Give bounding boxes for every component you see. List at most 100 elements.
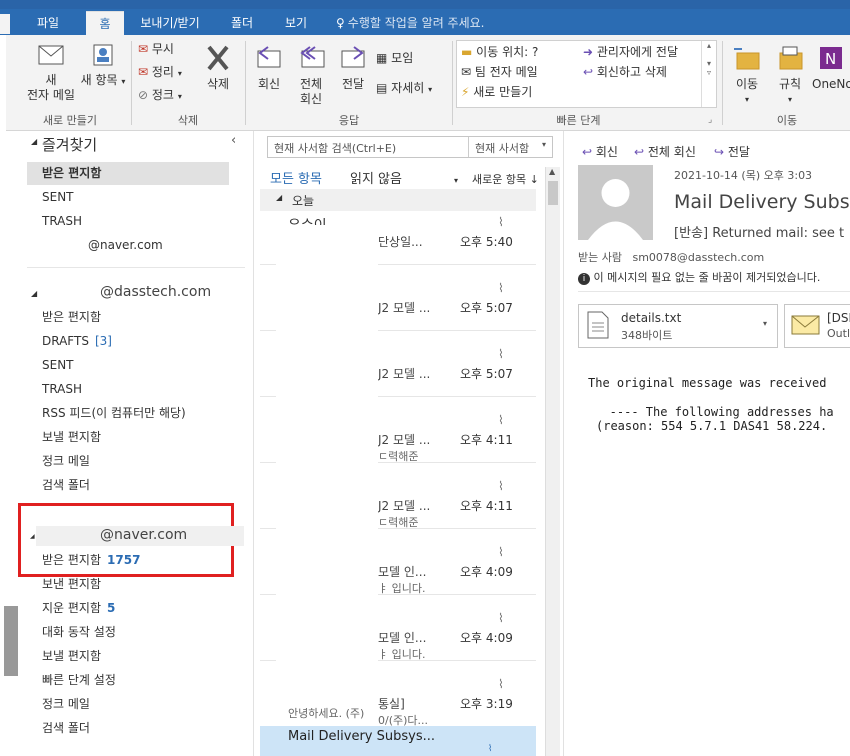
read-reply-button[interactable]: ↩ 회신 <box>582 143 618 160</box>
message-row[interactable]: ⌇ J2 모델 ... 오후 5:07 <box>260 281 536 345</box>
reading-pane: ↩ 회신 ↩ 전체 회신 ↪ 전달 2021-10-14 (목) 오후 3:03… <box>563 131 850 756</box>
chevron-down-icon[interactable]: ▾ <box>542 140 546 149</box>
quick-step-to-manager[interactable]: ➜ 관리자에게 전달 <box>583 43 678 61</box>
to-label: 받는 사람 <box>578 251 622 264</box>
group-header-today[interactable]: ◢ 오늘 <box>260 189 536 211</box>
account2-folder-5[interactable]: 보낼 편지함 <box>42 646 101 666</box>
message-row[interactable]: ⌇ J2 모델 ... 오후 4:11 ㄷ력해준 <box>260 479 536 543</box>
cleanup-button[interactable]: ✉ 정리 ▾ <box>138 63 182 81</box>
junk-label: 정크 <box>151 88 174 102</box>
delete-button[interactable]: 삭제 <box>198 43 238 92</box>
ignore-button[interactable]: ✉ 무시 <box>138 40 174 58</box>
move-button[interactable]: 이동 ▾ <box>727 43 767 107</box>
rules-button[interactable]: 규칙 ▾ <box>771 43 809 107</box>
selected-message-row[interactable]: Mail Delivery Subsys... ⌇ <box>260 726 536 756</box>
sort-button[interactable]: ▾ 새로운 항목 ↓ <box>454 171 539 187</box>
more-respond-button[interactable]: ▤ 자세히 ▾ <box>376 79 432 97</box>
tab-send-receive[interactable]: 보내기/받기 <box>134 11 206 35</box>
tab-file[interactable]: 파일 <box>23 11 73 35</box>
chevron-down-icon: ▾ <box>121 77 126 86</box>
collapse-triangle-icon[interactable]: ◢ <box>31 137 37 146</box>
tab-view[interactable]: 보기 <box>276 11 316 35</box>
account-naver[interactable]: @naver.com <box>100 527 187 543</box>
tab-home[interactable]: 홈 <box>86 11 124 36</box>
onenote-button[interactable]: N OneNo <box>812 43 850 92</box>
account2-folder-3[interactable]: 지운 편지함 5 <box>42 598 115 618</box>
account2-folder-2[interactable]: 보낸 편지함 <box>42 574 101 594</box>
reply-all-button[interactable]: 전체 회신 <box>291 43 331 107</box>
favorite-sent[interactable]: SENT <box>42 187 74 207</box>
tell-me-search[interactable]: ♀ 수행할 작업을 알려 주세요. <box>336 11 485 35</box>
folder-label: SENT <box>42 358 74 372</box>
account1-folder-5[interactable]: RSS 피드(이 컴퓨터만 해당) <box>42 403 186 423</box>
account1-folder-7[interactable]: 정크 메일 <box>42 451 90 471</box>
quick-step-reply-delete[interactable]: ↩ 회신하고 삭제 <box>583 63 667 81</box>
account1-folder-4[interactable]: TRASH <box>42 379 82 399</box>
folder-label: DRAFTS <box>42 334 89 348</box>
message-subject: 단상일... <box>378 235 423 249</box>
account2-folder-8[interactable]: 검색 폴더 <box>42 718 90 738</box>
sender-avatar <box>578 165 653 240</box>
message-row[interactable]: ⌇ 모델 인... 오후 4:09 ㅑ 입니다. <box>260 611 536 675</box>
account1-folder-6[interactable]: 보낼 편지함 <box>42 427 101 447</box>
account-dasstech[interactable]: @dasstech.com <box>100 284 211 300</box>
ribbon-tab-bar: 파일 홈 보내기/받기 폴더 보기 ♀ 수행할 작업을 알려 주세요. <box>0 0 850 36</box>
to-value[interactable]: sm0078@dasstech.com <box>632 251 764 264</box>
tab-folder[interactable]: 폴더 <box>222 11 262 35</box>
search-box[interactable]: 현재 사서함 검색(Ctrl+E) 현재 사서함 ▾ <box>267 136 553 158</box>
title-bar-strip <box>0 0 850 9</box>
row-divider <box>260 660 276 661</box>
message-time: 오후 5:07 <box>460 301 513 315</box>
scroll-up-icon[interactable]: ▲ <box>549 167 555 176</box>
scroll-thumb[interactable] <box>548 181 558 205</box>
cleanup-label: 정리 <box>151 65 174 79</box>
filter-unread[interactable]: 읽지 않음 <box>350 168 402 187</box>
account1-folder-1[interactable]: 받은 편지함 <box>42 307 101 327</box>
text-file-icon <box>587 311 609 339</box>
collapse-pane-icon[interactable]: ‹ <box>231 133 236 148</box>
read-forward-button[interactable]: ↪ 전달 <box>714 143 750 160</box>
message-row[interactable]: ⌇ J2 모델 ... 오후 5:07 <box>260 347 536 411</box>
account2-folder-1[interactable]: 받은 편지함 1757 <box>42 550 140 570</box>
favorite-naver[interactable]: @naver.com <box>88 235 163 255</box>
filter-all[interactable]: 모든 항목 <box>270 168 322 187</box>
quick-step-team-email-label: 팀 전자 메일 <box>474 65 538 79</box>
nav-scroll-thumb[interactable] <box>4 606 18 676</box>
account2-folder-7[interactable]: 정크 메일 <box>42 694 90 714</box>
meeting-button[interactable]: ▦ 모임 <box>376 49 413 67</box>
search-input[interactable]: 현재 사서함 검색(Ctrl+E) <box>274 140 396 156</box>
new-items-button[interactable]: 새 항목 ▾ <box>80 43 126 89</box>
attachment-details[interactable]: details.txt 348바이트 ▾ <box>578 304 778 348</box>
expand-triangle-icon[interactable]: ◢ <box>31 289 37 298</box>
new-email-button[interactable]: 새 전자 메일 <box>18 43 84 103</box>
list-scrollbar[interactable]: ▲ <box>545 167 560 756</box>
message-row[interactable]: ⌇ J2 모델 ... 오후 4:11 ㄷ력해준 <box>260 413 536 477</box>
read-reply-all-button[interactable]: ↩ 전체 회신 <box>634 143 696 160</box>
account1-folder-2[interactable]: DRAFTS [3] <box>42 331 112 351</box>
quick-step-to-manager-label: 관리자에게 전달 <box>596 45 678 59</box>
quick-step-team-email[interactable]: ✉ 팀 전자 메일 <box>461 63 538 81</box>
account2-folder-4[interactable]: 대화 동작 설정 <box>42 622 116 642</box>
info-bar[interactable]: i 이 메시지의 필요 없는 줄 바꿈이 제거되었습니다. <box>578 269 820 285</box>
account2-folder-6[interactable]: 빠른 단계 설정 <box>42 670 116 690</box>
account1-folder-8[interactable]: 검색 폴더 <box>42 475 90 495</box>
forward-button[interactable]: 전달 <box>336 43 370 92</box>
account1-folder-3[interactable]: SENT <box>42 355 74 375</box>
message-row[interactable]: ⌇ 단상일... 오후 5:40 <box>260 215 536 279</box>
junk-button[interactable]: ⊘ 정크 ▾ <box>138 86 182 104</box>
quick-step-move-to[interactable]: ▬ 이동 위치: ? <box>461 43 538 61</box>
favorite-trash[interactable]: TRASH <box>42 211 82 231</box>
reply-button[interactable]: 회신 <box>252 43 286 92</box>
reply-all-icon <box>300 46 325 68</box>
chevron-down-icon[interactable]: ▾ <box>763 319 767 328</box>
quick-step-create-new[interactable]: ⚡ 새로 만들기 <box>461 83 532 101</box>
reply-all-icon: ↩ <box>634 145 645 159</box>
favorite-inbox[interactable]: 받은 편지함 <box>42 163 101 183</box>
expand-triangle-icon[interactable]: ◢ <box>30 533 35 540</box>
message-row[interactable]: ⌇ 모델 인... 오후 4:09 ㅑ 입니다. <box>260 545 536 609</box>
dialog-launcher-icon[interactable]: ⌟ <box>708 115 712 125</box>
attachment-original[interactable]: [DSR Outl <box>784 304 850 348</box>
gallery-scroll[interactable]: ▴ ▾ ▿ <box>701 41 716 107</box>
search-scope[interactable]: 현재 사서함 <box>475 140 529 156</box>
chevron-down-icon: ▾ <box>177 69 182 78</box>
